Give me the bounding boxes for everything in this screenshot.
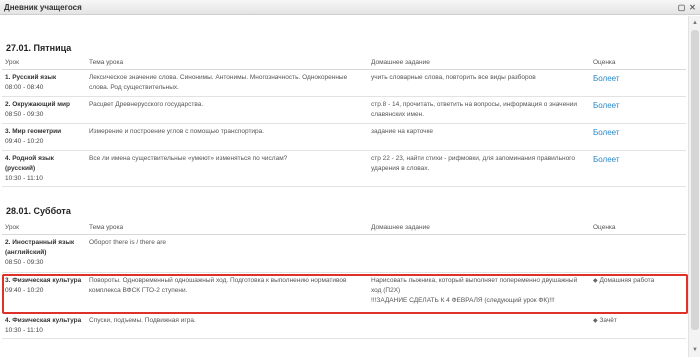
grade-cell: Болеет	[590, 96, 686, 124]
homework-cell: задание на карточке	[368, 123, 590, 151]
close-icon[interactable]: ✕	[688, 3, 697, 12]
lesson-name: 2. Окружающий мир	[5, 100, 71, 108]
table-row: 4. Родной язык (русский) 10:30 - 11:10 В…	[2, 150, 686, 187]
homework-cell	[368, 234, 590, 273]
window-title: Дневник учащегося	[4, 3, 82, 12]
homework-cell	[368, 312, 590, 339]
diary-content: 27.01. Пятница Урок Тема урока Домашнее …	[0, 16, 688, 357]
lesson-cell: 3. Физическая культура 09:40 - 10:20	[2, 272, 86, 313]
table-row: 2. Иностранный язык (английский) 08:50 -…	[2, 234, 686, 273]
lesson-name: 1. Русский язык	[5, 73, 57, 81]
lesson-cell: 2. Иностранный язык (английский) 08:50 -…	[2, 234, 86, 273]
topic-cell: Оборот there is / there are	[86, 234, 368, 273]
table-row: 1. Русский язык 08:00 - 08:40 Лексическо…	[2, 69, 686, 97]
lesson-cell: 4. Родной язык (русский) 10:30 - 11:10	[2, 150, 86, 187]
lesson-cell: 3. Мир геометрии 09:40 - 10:20	[2, 123, 86, 151]
homework-cell: учить словарные слова, повторить все вид…	[368, 69, 590, 97]
topic-cell: Все ли имена существительные «умеют» изм…	[86, 150, 368, 187]
tag-icon: ◆	[593, 317, 598, 324]
lesson-cell: 1. Русский язык 08:00 - 08:40	[2, 69, 86, 97]
grade-link[interactable]: Болеет	[593, 128, 620, 137]
topic-cell: Измерение и построение углов с помощью т…	[86, 123, 368, 151]
grade-text: Зачёт	[599, 316, 617, 324]
lesson-time: 10:30 - 11:10	[5, 326, 43, 334]
scroll-down-icon[interactable]: ▼	[691, 346, 699, 354]
column-header-grade: Оценка	[590, 57, 686, 70]
lesson-name: 4. Родной язык (русский)	[5, 154, 54, 172]
grade-link[interactable]: Болеет	[593, 74, 620, 83]
lesson-time: 08:00 - 08:40	[5, 83, 44, 91]
column-header-topic: Тема урока	[86, 222, 368, 235]
scrollbar-thumb[interactable]	[691, 30, 699, 330]
grade-cell: Болеет	[590, 123, 686, 151]
column-header-homework: Домашнее задание	[368, 222, 590, 235]
grade-cell	[590, 234, 686, 273]
homework-cell: стр.8 - 14, прочитать, ответить на вопро…	[368, 96, 590, 124]
column-header-grade: Оценка	[590, 222, 686, 235]
column-header-lesson: Урок	[2, 57, 86, 70]
homework-text: Нарисовать лыжника, который выполняет по…	[371, 276, 578, 294]
day-table: Урок Тема урока Домашнее задание Оценка …	[2, 222, 686, 339]
table-header-row: Урок Тема урока Домашнее задание Оценка	[2, 57, 686, 70]
table-row: 3. Физическая культура 09:40 - 10:20 Пов…	[2, 272, 686, 313]
topic-cell: Повороты. Одновременный одношажный ход. …	[86, 272, 368, 313]
lesson-name: 3. Мир геометрии	[5, 127, 62, 135]
lesson-name: 4. Физическая культура	[5, 316, 82, 324]
grade-text: Домашняя работа	[599, 276, 655, 284]
lesson-cell: 4. Физическая культура 10:30 - 11:10	[2, 312, 86, 339]
grade-cell: Болеет	[590, 69, 686, 97]
grade-link[interactable]: Болеет	[593, 101, 620, 110]
topic-cell: Лексическое значение слова. Синонимы. Ан…	[86, 69, 368, 97]
lesson-name: 3. Физическая культура	[5, 276, 82, 284]
topic-cell: Расцвет Древнерусского государства.	[86, 96, 368, 124]
tag-icon: ◆	[593, 277, 598, 284]
grade-badge: ◆ Зачёт	[593, 317, 617, 324]
vertical-scrollbar[interactable]: ▲ ▼	[688, 16, 700, 357]
lesson-name: 2. Иностранный язык (английский)	[5, 238, 75, 256]
day-heading: 27.01. Пятница	[6, 43, 72, 53]
lesson-time: 08:50 - 09:30	[5, 110, 44, 118]
column-header-homework: Домашнее задание	[368, 57, 590, 70]
homework-note: !!!ЗАДАНИЕ СДЕЛАТЬ К 4 ФЕВРАЛЯ (следующи…	[371, 296, 555, 304]
table-row: 3. Мир геометрии 09:40 - 10:20 Измерение…	[2, 123, 686, 151]
table-header-row: Урок Тема урока Домашнее задание Оценка	[2, 222, 686, 235]
day-heading: 28.01. Суббота	[6, 206, 71, 216]
lesson-time: 10:30 - 11:10	[5, 174, 43, 182]
table-row: 2. Окружающий мир 08:50 - 09:30 Расцвет …	[2, 96, 686, 124]
grade-link[interactable]: Болеет	[593, 155, 620, 164]
lesson-time: 08:50 - 09:30	[5, 258, 44, 266]
lesson-time: 09:40 - 10:20	[5, 286, 44, 294]
column-header-lesson: Урок	[2, 222, 86, 235]
column-header-topic: Тема урока	[86, 57, 368, 70]
scroll-up-icon[interactable]: ▲	[691, 19, 699, 27]
day-table: Урок Тема урока Домашнее задание Оценка …	[2, 57, 686, 187]
lesson-cell: 2. Окружающий мир 08:50 - 09:30	[2, 96, 86, 124]
homework-cell: стр 22 - 23, найти стихи - рифмовки, для…	[368, 150, 590, 187]
grade-cell: ◆ Домашняя работа	[590, 272, 686, 313]
homework-cell: Нарисовать лыжника, который выполняет по…	[368, 272, 590, 313]
grade-badge: ◆ Домашняя работа	[593, 277, 654, 284]
grade-cell: Болеет	[590, 150, 686, 187]
maximize-icon[interactable]: ▢	[677, 3, 686, 12]
window-titlebar: Дневник учащегося ▢ ✕	[0, 0, 700, 15]
topic-cell: Спуски, подъемы. Подвижная игра.	[86, 312, 368, 339]
grade-cell: ◆ Зачёт	[590, 312, 686, 339]
table-row: 4. Физическая культура 10:30 - 11:10 Спу…	[2, 312, 686, 339]
lesson-time: 09:40 - 10:20	[5, 137, 44, 145]
